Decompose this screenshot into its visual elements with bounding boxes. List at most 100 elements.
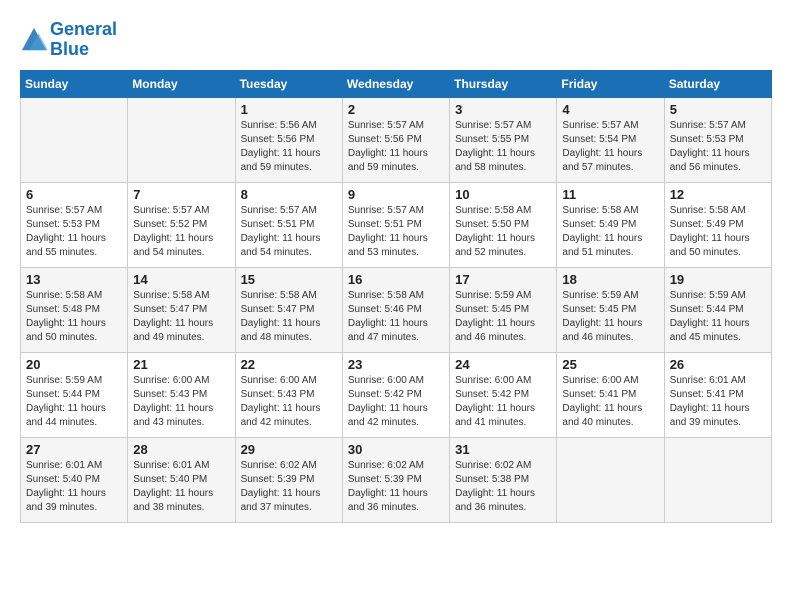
day-number: 26: [670, 357, 766, 372]
day-number: 21: [133, 357, 229, 372]
day-number: 3: [455, 102, 551, 117]
calendar-cell: 16 Sunrise: 5:58 AM Sunset: 5:46 PM Dayli…: [342, 267, 449, 352]
day-info: Sunrise: 6:01 AM Sunset: 5:40 PM Dayligh…: [26, 459, 122, 515]
day-info: Sunrise: 6:02 AM Sunset: 5:39 PM Dayligh…: [241, 459, 337, 515]
logo-text: General Blue: [50, 20, 117, 60]
day-info: Sunrise: 6:00 AM Sunset: 5:42 PM Dayligh…: [348, 374, 444, 430]
day-info: Sunrise: 5:57 AM Sunset: 5:53 PM Dayligh…: [26, 204, 122, 260]
day-info: Sunrise: 6:02 AM Sunset: 5:38 PM Dayligh…: [455, 459, 551, 515]
calendar-cell: 18 Sunrise: 5:59 AM Sunset: 5:45 PM Dayli…: [557, 267, 664, 352]
day-info: Sunrise: 6:00 AM Sunset: 5:41 PM Dayligh…: [562, 374, 658, 430]
calendar-cell: 3 Sunrise: 5:57 AM Sunset: 5:55 PM Daylig…: [450, 97, 557, 182]
day-number: 12: [670, 187, 766, 202]
day-info: Sunrise: 5:57 AM Sunset: 5:54 PM Dayligh…: [562, 119, 658, 175]
calendar-cell: 2 Sunrise: 5:57 AM Sunset: 5:56 PM Daylig…: [342, 97, 449, 182]
day-info: Sunrise: 5:59 AM Sunset: 5:44 PM Dayligh…: [670, 289, 766, 345]
day-number: 4: [562, 102, 658, 117]
day-info: Sunrise: 5:58 AM Sunset: 5:49 PM Dayligh…: [670, 204, 766, 260]
calendar-cell: 12 Sunrise: 5:58 AM Sunset: 5:49 PM Dayli…: [664, 182, 771, 267]
day-number: 22: [241, 357, 337, 372]
weekday-header: Thursday: [450, 70, 557, 97]
day-number: 27: [26, 442, 122, 457]
day-number: 15: [241, 272, 337, 287]
calendar-cell: 25 Sunrise: 6:00 AM Sunset: 5:41 PM Dayli…: [557, 352, 664, 437]
day-info: Sunrise: 5:59 AM Sunset: 5:45 PM Dayligh…: [562, 289, 658, 345]
day-number: 19: [670, 272, 766, 287]
weekday-header: Sunday: [21, 70, 128, 97]
day-info: Sunrise: 6:00 AM Sunset: 5:42 PM Dayligh…: [455, 374, 551, 430]
calendar-cell: 23 Sunrise: 6:00 AM Sunset: 5:42 PM Dayli…: [342, 352, 449, 437]
calendar-cell: 30Sunrise: 6:02 AM Sunset: 5:39 PM Dayli…: [342, 437, 449, 522]
weekday-header: Tuesday: [235, 70, 342, 97]
day-info: Sunrise: 5:57 AM Sunset: 5:51 PM Dayligh…: [348, 204, 444, 260]
day-info: Sunrise: 5:57 AM Sunset: 5:55 PM Dayligh…: [455, 119, 551, 175]
day-info: Sunrise: 6:01 AM Sunset: 5:41 PM Dayligh…: [670, 374, 766, 430]
calendar-week-row: 27 Sunrise: 6:01 AM Sunset: 5:40 PM Dayli…: [21, 437, 772, 522]
calendar-cell: 26 Sunrise: 6:01 AM Sunset: 5:41 PM Dayli…: [664, 352, 771, 437]
day-number: 14: [133, 272, 229, 287]
calendar-week-row: 20Sunrise: 5:59 AM Sunset: 5:44 PM Dayli…: [21, 352, 772, 437]
day-number: 23: [348, 357, 444, 372]
day-number: 18: [562, 272, 658, 287]
calendar-cell: 9 Sunrise: 5:57 AM Sunset: 5:51 PM Daylig…: [342, 182, 449, 267]
day-number: 29: [241, 442, 337, 457]
day-info: Sunrise: 5:58 AM Sunset: 5:48 PM Dayligh…: [26, 289, 122, 345]
calendar-cell: 21Sunrise: 6:00 AM Sunset: 5:43 PM Dayli…: [128, 352, 235, 437]
day-info: Sunrise: 5:57 AM Sunset: 5:52 PM Dayligh…: [133, 204, 229, 260]
day-number: 9: [348, 187, 444, 202]
calendar-cell: 28Sunrise: 6:01 AM Sunset: 5:40 PM Dayli…: [128, 437, 235, 522]
calendar-cell: [21, 97, 128, 182]
calendar-cell: 14Sunrise: 5:58 AM Sunset: 5:47 PM Dayli…: [128, 267, 235, 352]
day-info: Sunrise: 5:57 AM Sunset: 5:53 PM Dayligh…: [670, 119, 766, 175]
day-number: 25: [562, 357, 658, 372]
day-number: 7: [133, 187, 229, 202]
calendar-cell: 10 Sunrise: 5:58 AM Sunset: 5:50 PM Dayli…: [450, 182, 557, 267]
calendar-cell: 5 Sunrise: 5:57 AM Sunset: 5:53 PM Daylig…: [664, 97, 771, 182]
calendar-cell: 6 Sunrise: 5:57 AM Sunset: 5:53 PM Daylig…: [21, 182, 128, 267]
day-number: 2: [348, 102, 444, 117]
day-info: Sunrise: 5:56 AM Sunset: 5:56 PM Dayligh…: [241, 119, 337, 175]
day-number: 5: [670, 102, 766, 117]
day-number: 20: [26, 357, 122, 372]
page-header: General Blue: [20, 20, 772, 60]
calendar-week-row: 6 Sunrise: 5:57 AM Sunset: 5:53 PM Daylig…: [21, 182, 772, 267]
day-number: 24: [455, 357, 551, 372]
day-info: Sunrise: 6:00 AM Sunset: 5:43 PM Dayligh…: [241, 374, 337, 430]
calendar-cell: 8Sunrise: 5:57 AM Sunset: 5:51 PM Daylig…: [235, 182, 342, 267]
logo-icon: [20, 26, 48, 54]
calendar-week-row: 13 Sunrise: 5:58 AM Sunset: 5:48 PM Dayli…: [21, 267, 772, 352]
day-info: Sunrise: 5:58 AM Sunset: 5:47 PM Dayligh…: [241, 289, 337, 345]
day-number: 6: [26, 187, 122, 202]
weekday-header: Saturday: [664, 70, 771, 97]
day-number: 1: [241, 102, 337, 117]
day-number: 8: [241, 187, 337, 202]
day-number: 17: [455, 272, 551, 287]
calendar-cell: 17 Sunrise: 5:59 AM Sunset: 5:45 PM Dayli…: [450, 267, 557, 352]
calendar-cell: 4 Sunrise: 5:57 AM Sunset: 5:54 PM Daylig…: [557, 97, 664, 182]
calendar-table: SundayMondayTuesdayWednesdayThursdayFrid…: [20, 70, 772, 523]
calendar-cell: 20Sunrise: 5:59 AM Sunset: 5:44 PM Dayli…: [21, 352, 128, 437]
day-number: 13: [26, 272, 122, 287]
day-info: Sunrise: 5:59 AM Sunset: 5:45 PM Dayligh…: [455, 289, 551, 345]
calendar-cell: [128, 97, 235, 182]
calendar-header: SundayMondayTuesdayWednesdayThursdayFrid…: [21, 70, 772, 97]
calendar-cell: 29 Sunrise: 6:02 AM Sunset: 5:39 PM Dayli…: [235, 437, 342, 522]
weekday-header: Wednesday: [342, 70, 449, 97]
day-number: 11: [562, 187, 658, 202]
calendar-week-row: 1 Sunrise: 5:56 AM Sunset: 5:56 PM Daylig…: [21, 97, 772, 182]
day-info: Sunrise: 5:58 AM Sunset: 5:50 PM Dayligh…: [455, 204, 551, 260]
calendar-cell: 15 Sunrise: 5:58 AM Sunset: 5:47 PM Dayli…: [235, 267, 342, 352]
day-number: 28: [133, 442, 229, 457]
calendar-cell: [557, 437, 664, 522]
calendar-cell: 13 Sunrise: 5:58 AM Sunset: 5:48 PM Dayli…: [21, 267, 128, 352]
day-info: Sunrise: 6:02 AM Sunset: 5:39 PM Dayligh…: [348, 459, 444, 515]
calendar-cell: 27 Sunrise: 6:01 AM Sunset: 5:40 PM Dayli…: [21, 437, 128, 522]
day-number: 10: [455, 187, 551, 202]
logo: General Blue: [20, 20, 117, 60]
calendar-cell: [664, 437, 771, 522]
day-info: Sunrise: 5:57 AM Sunset: 5:56 PM Dayligh…: [348, 119, 444, 175]
calendar-cell: 11Sunrise: 5:58 AM Sunset: 5:49 PM Dayli…: [557, 182, 664, 267]
day-number: 16: [348, 272, 444, 287]
weekday-header: Monday: [128, 70, 235, 97]
day-info: Sunrise: 5:58 AM Sunset: 5:46 PM Dayligh…: [348, 289, 444, 345]
